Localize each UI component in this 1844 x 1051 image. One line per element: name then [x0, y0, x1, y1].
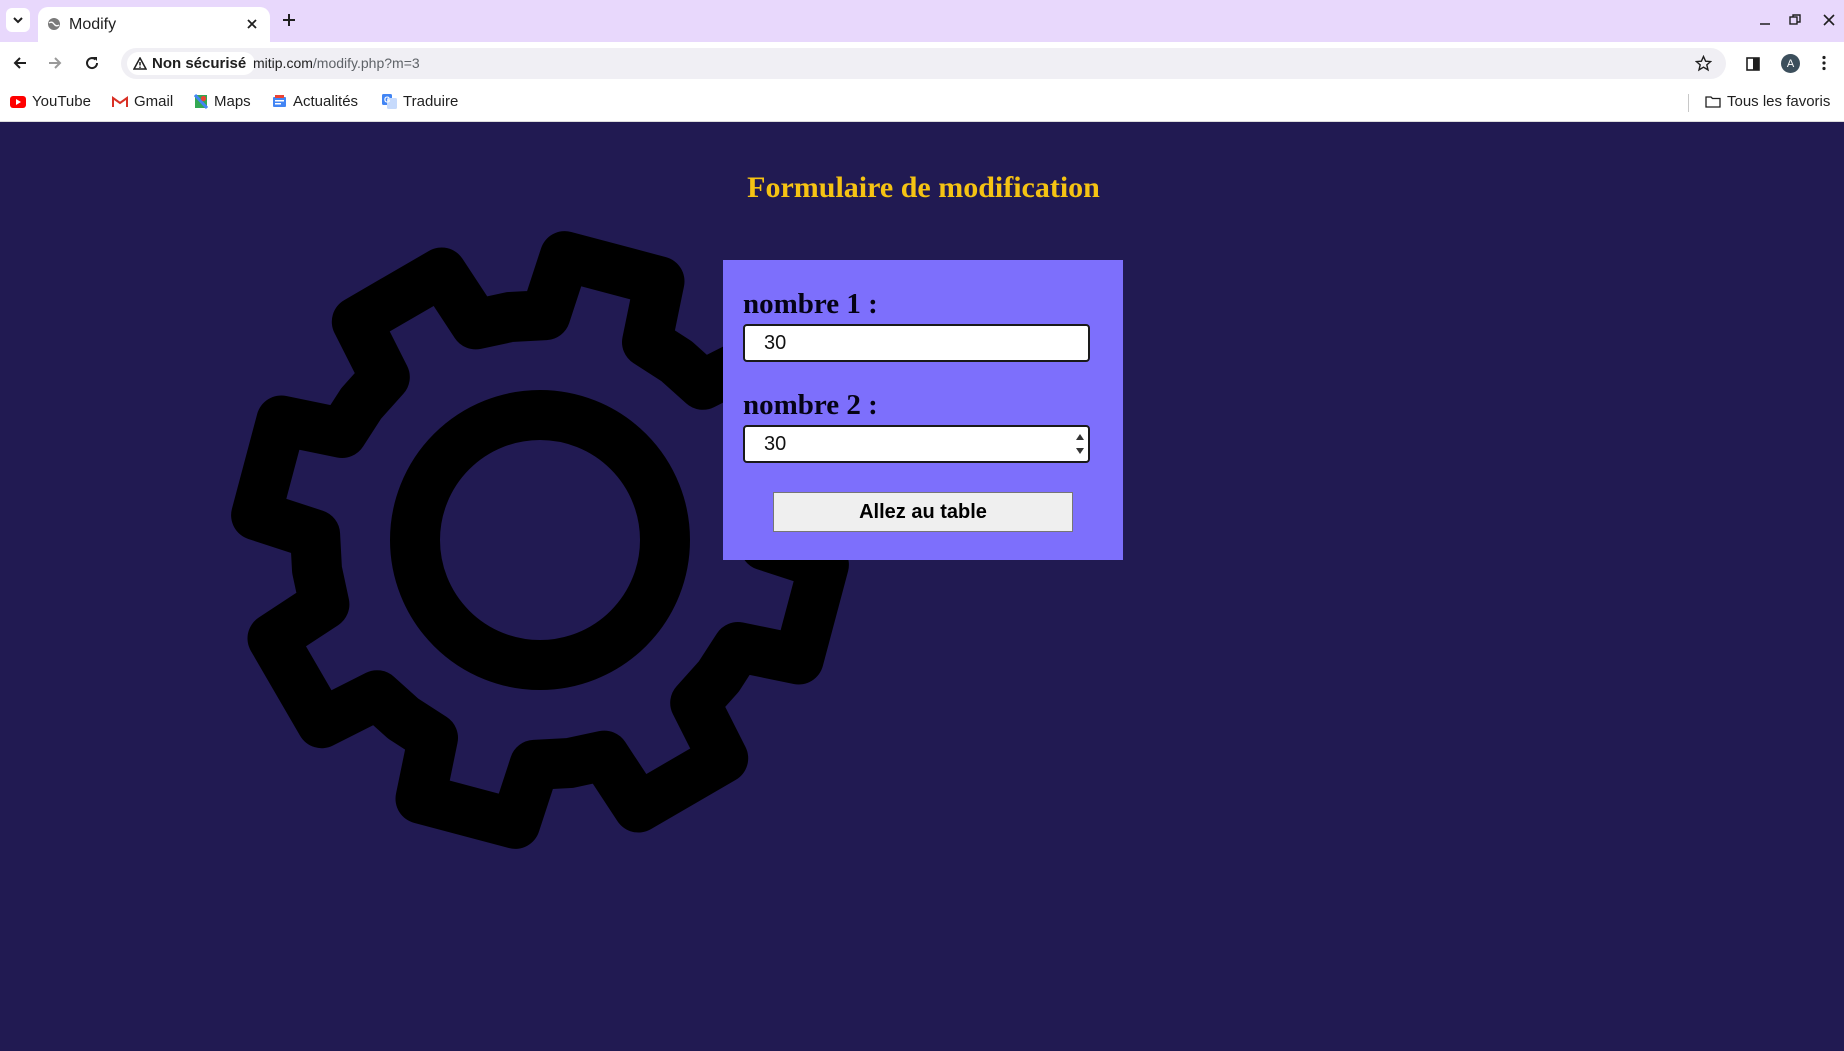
- bookmarks-separator: [1688, 94, 1689, 112]
- bookmark-news[interactable]: Actualités: [272, 93, 358, 110]
- bookmark-label: Maps: [214, 93, 251, 110]
- globe-icon: [48, 18, 60, 30]
- chevron-down-icon: [13, 17, 23, 24]
- gmail-icon: [112, 95, 128, 107]
- close-window-icon[interactable]: [1823, 14, 1835, 26]
- browser-tab-bar: Modify: [0, 0, 1844, 42]
- tab-search-button[interactable]: [6, 8, 30, 32]
- bookmark-label: Actualités: [293, 93, 359, 110]
- kebab-menu-icon[interactable]: [1821, 55, 1827, 71]
- forward-arrow-icon[interactable]: [47, 55, 63, 71]
- bookmark-youtube[interactable]: YouTube: [10, 93, 91, 110]
- svg-text:G: G: [384, 96, 390, 105]
- security-indicator[interactable]: Non sécurisé: [127, 52, 256, 75]
- browser-toolbar: Non sécurisé mitip.com/modify.php?m=3 A: [0, 42, 1844, 84]
- bookmark-label: Traduire: [403, 93, 459, 110]
- nombre1-value: 30: [764, 331, 787, 354]
- number-spinner[interactable]: [1075, 434, 1085, 454]
- folder-icon: [1705, 96, 1721, 108]
- tab-title: Modify: [69, 16, 117, 33]
- bookmark-maps[interactable]: Maps: [194, 93, 251, 110]
- new-tab-icon[interactable]: [282, 13, 296, 27]
- bookmark-star-icon[interactable]: [1695, 55, 1712, 72]
- warning-icon: [133, 57, 147, 70]
- profile-avatar[interactable]: A: [1781, 54, 1800, 73]
- spin-down-icon[interactable]: [1076, 448, 1084, 454]
- minimize-icon[interactable]: [1759, 14, 1771, 26]
- youtube-icon: [10, 95, 26, 108]
- field2-label: nombre 2 :: [743, 389, 878, 421]
- browser-tab[interactable]: Modify: [38, 7, 270, 42]
- all-bookmarks-label: Tous les favoris: [1727, 93, 1831, 110]
- reload-icon[interactable]: [84, 55, 100, 71]
- maps-icon: [194, 94, 208, 109]
- nombre2-value: 30: [764, 432, 787, 455]
- submit-button[interactable]: Allez au table: [773, 492, 1073, 532]
- close-icon[interactable]: [246, 18, 258, 30]
- spin-up-icon[interactable]: [1076, 434, 1084, 440]
- bookmark-label: Gmail: [134, 93, 174, 110]
- url-domain: mitip.com: [253, 55, 313, 71]
- bookmark-label: YouTube: [32, 93, 91, 110]
- security-label: Non sécurisé: [152, 55, 247, 72]
- back-arrow-icon[interactable]: [12, 55, 28, 71]
- all-bookmarks-button[interactable]: Tous les favoris: [1705, 93, 1830, 110]
- nombre1-input[interactable]: 30: [743, 324, 1090, 362]
- news-icon: [273, 95, 286, 107]
- url-text[interactable]: mitip.com/modify.php?m=3: [253, 55, 420, 71]
- field1-label: nombre 1 :: [743, 288, 878, 320]
- translate-icon: G: [382, 94, 397, 109]
- restore-icon[interactable]: [1789, 14, 1801, 26]
- page-body: Formulaire de modification nombre 1 : 30…: [0, 122, 1844, 1051]
- profile-initial: A: [1786, 57, 1795, 70]
- side-panel-icon[interactable]: [1745, 56, 1761, 72]
- nombre2-input[interactable]: 30: [743, 425, 1090, 463]
- bookmarks-bar: YouTube Gmail Maps Actualités G Traduire: [0, 84, 1844, 122]
- url-path: /modify.php?m=3: [312, 55, 420, 71]
- modify-form: nombre 1 : 30 nombre 2 : 30 Allez au tab…: [723, 260, 1123, 560]
- page-title: Formulaire de modification: [747, 171, 1100, 204]
- address-bar[interactable]: Non sécurisé mitip.com/modify.php?m=3: [121, 48, 1726, 79]
- bookmark-translate[interactable]: G Traduire: [382, 93, 458, 110]
- bookmark-gmail[interactable]: Gmail: [112, 93, 173, 110]
